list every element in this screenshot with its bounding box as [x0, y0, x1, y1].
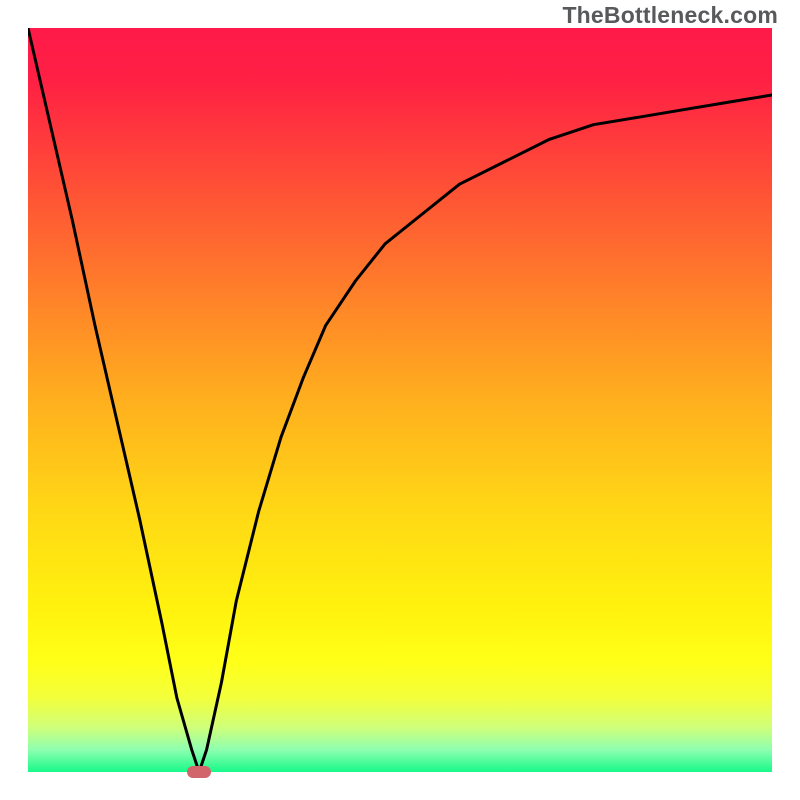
chart-plot-area — [28, 28, 772, 772]
bottleneck-curve — [28, 28, 772, 772]
optimum-marker — [187, 766, 211, 778]
watermark-text: TheBottleneck.com — [562, 2, 778, 29]
